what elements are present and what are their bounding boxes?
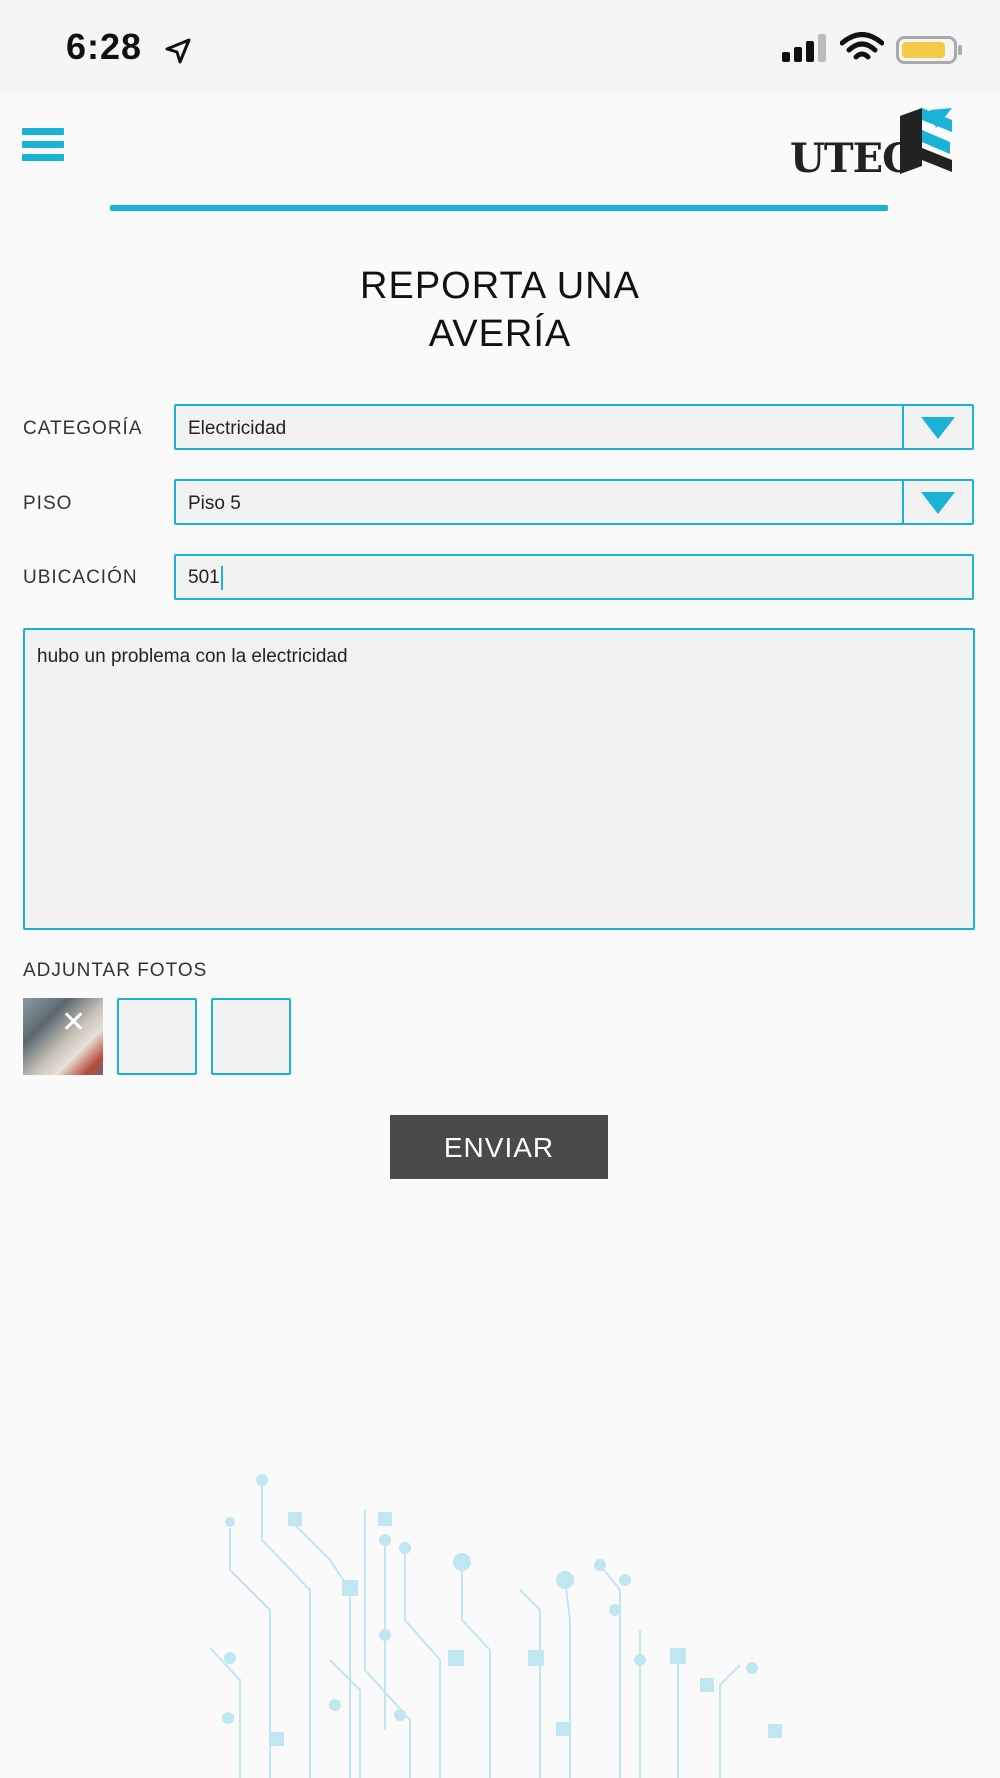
title-line-2: AVERÍA — [428, 313, 572, 355]
remove-photo-icon[interactable]: ✕ — [61, 1008, 86, 1038]
logo-text: UTEC — [790, 135, 914, 182]
location-input[interactable]: 501 — [174, 554, 974, 600]
floor-dropdown-button[interactable] — [902, 481, 972, 523]
photo-thumbnail[interactable]: ✕ — [23, 998, 103, 1075]
description-value: hubo un problema con la electricidad — [37, 646, 348, 667]
location-value: 501 — [188, 567, 220, 589]
category-select[interactable]: Electricidad — [174, 404, 974, 450]
photo-slot-empty[interactable] — [117, 998, 197, 1075]
header-divider — [110, 205, 888, 211]
circuit-background-decoration — [209, 1474, 782, 1778]
triangle-down-icon — [921, 417, 955, 439]
submit-button[interactable]: ENVIAR — [390, 1115, 608, 1179]
utec-logo: UTEC — [790, 108, 952, 188]
description-textarea[interactable]: hubo un problema con la electricidad — [23, 628, 975, 930]
location-label: UBICACIÓN — [23, 567, 138, 588]
photo-slot-empty[interactable] — [211, 998, 291, 1075]
wifi-icon — [840, 32, 884, 60]
triangle-down-icon — [921, 492, 955, 514]
signal-icon — [782, 34, 826, 62]
text-cursor — [220, 566, 223, 590]
utec-logo-mark-icon — [900, 108, 952, 174]
category-label: CATEGORÍA — [23, 418, 143, 439]
status-bar: 6:28 — [0, 0, 1000, 92]
floor-label: PISO — [23, 493, 73, 514]
floor-select[interactable]: Piso 5 — [174, 479, 974, 525]
category-value: Electricidad — [188, 418, 287, 439]
battery-icon — [896, 36, 962, 64]
attach-photos-label: ADJUNTAR FOTOS — [23, 960, 208, 981]
title-line-1: REPORTA UNA — [360, 265, 640, 307]
page-title: REPORTA UNA AVERÍA — [300, 262, 700, 358]
hamburger-menu-icon[interactable] — [22, 128, 64, 166]
category-dropdown-button[interactable] — [902, 406, 972, 448]
location-arrow-icon — [165, 38, 191, 64]
status-time: 6:28 — [66, 26, 143, 67]
floor-value: Piso 5 — [188, 493, 241, 514]
